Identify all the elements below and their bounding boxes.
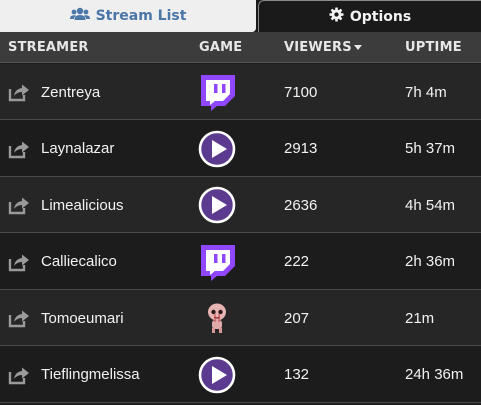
table-row[interactable]: Zentreya 7100 7h 4m (0, 64, 481, 120)
column-header-game[interactable]: GAME (199, 32, 242, 63)
tab-bar: Stream List Options (0, 0, 481, 32)
viewer-count: 222 (284, 253, 310, 270)
table-header: STREAMER GAME VIEWERS UPTIME (0, 32, 481, 63)
popout-link-icon[interactable] (8, 290, 32, 346)
viewer-count: 7100 (284, 83, 318, 101)
gear-icon (329, 7, 350, 26)
popout-link-icon[interactable] (8, 64, 32, 120)
popout-link-icon[interactable] (8, 121, 32, 177)
viewer-count: 2636 (284, 196, 318, 214)
uptime-value: 7h 4m (405, 83, 447, 101)
tab-options[interactable]: Options (258, 0, 481, 32)
popout-link-icon[interactable] (8, 234, 32, 290)
column-header-viewers[interactable]: VIEWERS (284, 32, 362, 63)
streamer-name[interactable]: Laynalazar (41, 121, 114, 177)
table-row[interactable]: Calliecalico 222 2h 36m (0, 233, 481, 290)
streamer-name[interactable]: Tieflingmelissa (41, 347, 140, 403)
uptime-value: 4h 54m (405, 196, 456, 214)
table-row[interactable]: Laynalazar 2913 5h 37m (0, 120, 481, 177)
table-row[interactable]: Tomoeumari 207 21m (0, 290, 481, 346)
play-icon (198, 130, 236, 168)
column-header-streamer[interactable]: STREAMER (8, 32, 89, 63)
twitch-icon (197, 73, 237, 111)
viewer-count: 132 (284, 366, 310, 383)
streamer-name[interactable]: Limealicious (41, 177, 124, 233)
uptime-value: 5h 37m (405, 140, 456, 157)
table-row[interactable]: Limealicious 2636 4h 54m (0, 177, 481, 233)
uptime-value: 21m (405, 309, 435, 327)
viewer-count: 207 (284, 309, 310, 327)
table-row[interactable]: Tieflingmelissa 132 24h 36m (0, 346, 481, 403)
tab-options-label: Options (349, 8, 412, 25)
uptime-value: 24h 36m (405, 366, 464, 383)
popout-link-icon[interactable] (8, 177, 32, 233)
popout-link-icon[interactable] (8, 347, 32, 403)
game-cell[interactable] (196, 347, 238, 403)
column-header-viewers-label: VIEWERS (284, 40, 352, 55)
uptime-value: 2h 36m (405, 253, 456, 270)
column-header-uptime[interactable]: UPTIME (405, 32, 462, 63)
game-cell[interactable] (196, 121, 238, 177)
isaac-icon (206, 301, 228, 335)
play-icon (198, 356, 236, 394)
streamer-name[interactable]: Calliecalico (41, 234, 117, 290)
twitch-icon (197, 243, 237, 281)
tab-stream-list[interactable]: Stream List (0, 0, 256, 32)
game-cell[interactable] (196, 64, 238, 120)
sort-desc-icon (353, 45, 362, 50)
play-icon (198, 186, 236, 224)
streamer-name[interactable]: Zentreya (41, 64, 100, 120)
users-icon (69, 7, 96, 25)
game-cell[interactable] (196, 290, 238, 346)
game-cell[interactable] (196, 177, 238, 233)
viewer-count: 2913 (284, 140, 318, 157)
streamer-name[interactable]: Tomoeumari (41, 290, 124, 346)
game-cell[interactable] (196, 234, 238, 290)
tab-stream-list-label: Stream List (95, 8, 187, 24)
